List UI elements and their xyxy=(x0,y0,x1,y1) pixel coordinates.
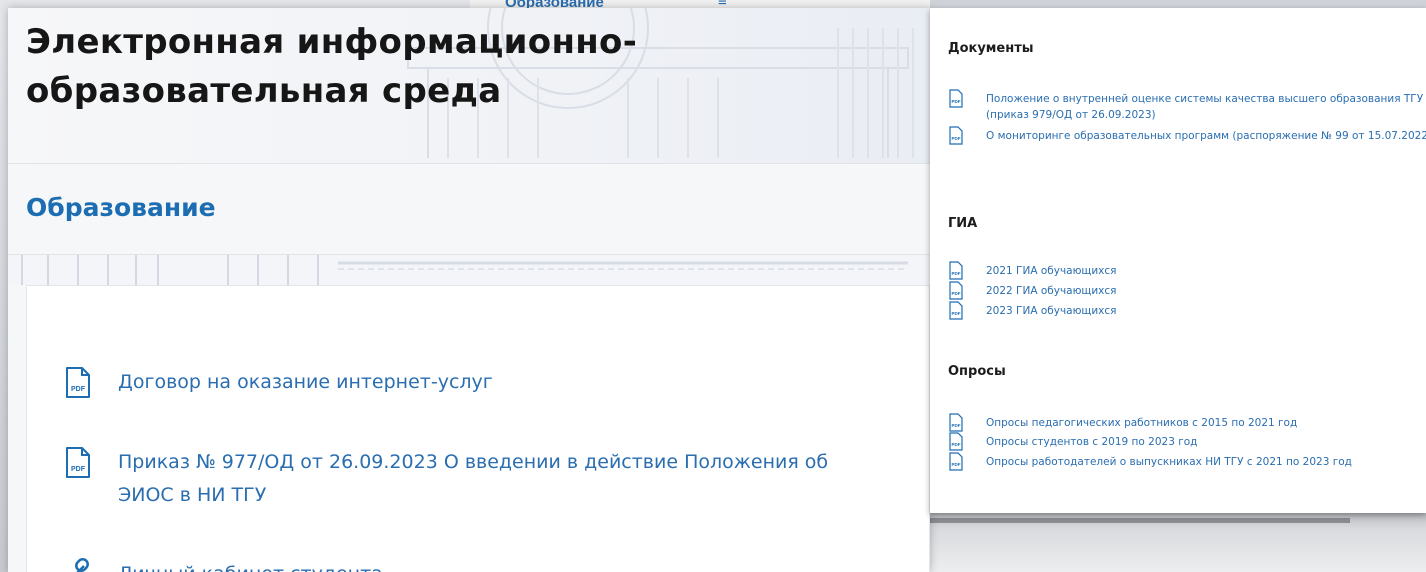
list-item-label[interactable]: Опросы студентов с 2019 по 2023 год xyxy=(986,434,1426,450)
pdf-icon: PDF xyxy=(949,261,963,280)
pdf-icon: PDF xyxy=(949,432,963,451)
cabinet-link-label[interactable]: Личный кабинет студента xyxy=(118,558,888,572)
divider xyxy=(8,163,930,164)
link-icon xyxy=(75,558,89,572)
svg-text:PDF: PDF xyxy=(952,136,961,141)
svg-text:PDF: PDF xyxy=(952,442,961,447)
list-item[interactable]: PDF 2022 ГИА обучающихся xyxy=(948,281,1426,300)
pdf-icon: PDF xyxy=(949,126,963,145)
pdf-icon: PDF xyxy=(66,447,90,478)
list-item[interactable]: PDF Опросы педагогических работников с 2… xyxy=(948,413,1426,432)
list-item-label[interactable]: 2021 ГИА обучающихся xyxy=(986,263,1426,279)
cabinet-link[interactable]: Личный кабинет студента xyxy=(64,558,888,572)
svg-text:PDF: PDF xyxy=(952,99,961,104)
pdf-icon: PDF xyxy=(949,89,963,108)
svg-text:PDF: PDF xyxy=(952,291,961,296)
list-item-label[interactable]: Положение о внутренней оценке системы ка… xyxy=(986,91,1426,123)
building-strip-decoration xyxy=(8,255,930,285)
list-item[interactable]: PDF Положение о внутренней оценке систем… xyxy=(948,89,1426,123)
pdf-icon: PDF xyxy=(66,367,90,398)
group-heading-gia: ГИА xyxy=(948,216,978,231)
list-item[interactable]: PDF Опросы работодателей о выпускниках Н… xyxy=(948,452,1426,471)
documents-card xyxy=(26,285,930,572)
svg-text:PDF: PDF xyxy=(952,423,961,428)
pdf-icon: PDF xyxy=(949,301,963,320)
section-title: Образование xyxy=(26,193,216,222)
document-link[interactable]: PDF Приказ № 977/ОД от 26.09.2023 О введ… xyxy=(64,446,888,512)
list-item-label[interactable]: Опросы работодателей о выпускниках НИ ТГ… xyxy=(986,454,1426,470)
list-item[interactable]: PDF О мониторинге образовательных програ… xyxy=(948,126,1426,145)
group-heading-documents: Документы xyxy=(948,41,1034,56)
document-link-label[interactable]: Приказ № 977/ОД от 26.09.2023 О введении… xyxy=(118,446,888,512)
divider xyxy=(930,518,1350,523)
hero-banner: Электронная информационно-образовательна… xyxy=(8,8,930,163)
list-item-label[interactable]: 2022 ГИА обучающихся xyxy=(986,283,1426,299)
pdf-icon: PDF xyxy=(949,452,963,471)
document-link-label[interactable]: Договор на оказание интернет-услуг xyxy=(118,366,888,399)
group-heading-surveys: Опросы xyxy=(948,364,1006,379)
svg-text:PDF: PDF xyxy=(71,466,86,473)
left-page-panel: Электронная информационно-образовательна… xyxy=(8,8,930,572)
svg-text:PDF: PDF xyxy=(952,462,961,467)
list-item-label[interactable]: Опросы педагогических работников с 2015 … xyxy=(986,415,1426,431)
list-item[interactable]: PDF Опросы студентов с 2019 по 2023 год xyxy=(948,432,1426,451)
list-item[interactable]: PDF 2023 ГИА обучающихся xyxy=(948,301,1426,320)
list-item[interactable]: PDF 2021 ГИА обучающихся xyxy=(948,261,1426,280)
list-item-label[interactable]: 2023 ГИА обучающихся xyxy=(986,303,1426,319)
page-title: Электронная информационно-образовательна… xyxy=(26,22,638,111)
right-page-panel: Документы PDF Положение о внутренней оце… xyxy=(930,8,1426,513)
pdf-icon: PDF xyxy=(949,413,963,432)
document-link[interactable]: PDF Договор на оказание интернет-услуг xyxy=(64,366,888,400)
pdf-icon: PDF xyxy=(949,281,963,300)
svg-text:PDF: PDF xyxy=(952,271,961,276)
svg-text:PDF: PDF xyxy=(71,386,86,393)
svg-text:PDF: PDF xyxy=(952,311,961,316)
list-item-label[interactable]: О мониторинге образовательных программ (… xyxy=(986,128,1426,144)
